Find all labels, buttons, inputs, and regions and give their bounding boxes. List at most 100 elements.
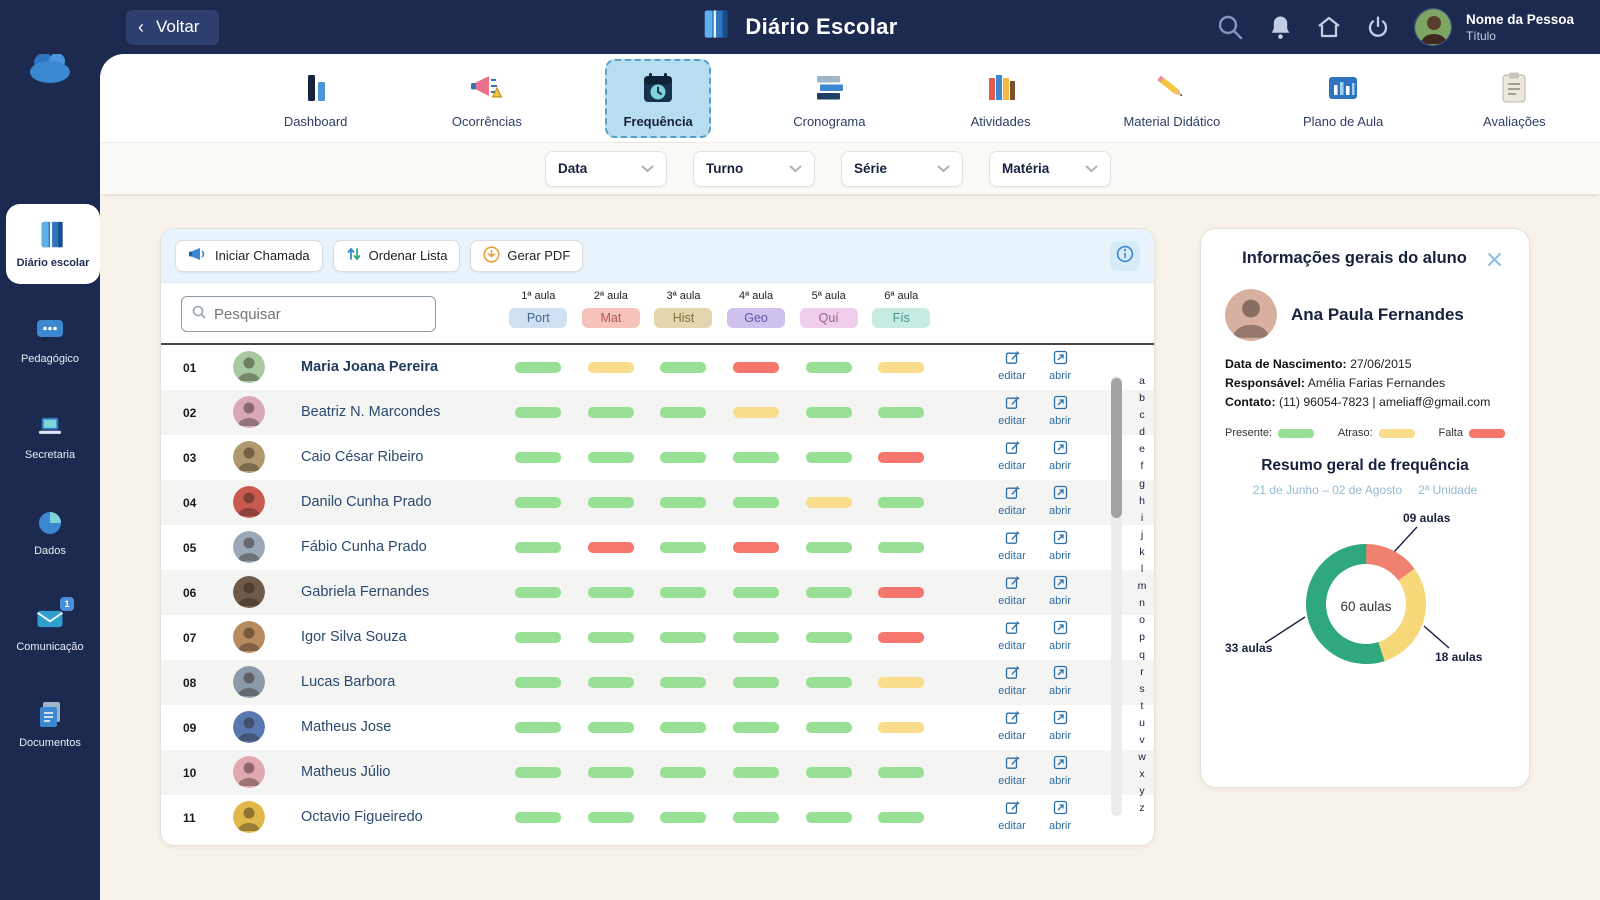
alpha-index-f[interactable]: f <box>1141 461 1144 472</box>
edit-link[interactable]: editar <box>989 440 1035 473</box>
student-row-10[interactable]: 10 Matheus Júlio editar abrir <box>161 750 1154 795</box>
alpha-index-z[interactable]: z <box>1139 803 1144 814</box>
status-pill-presente <box>660 722 707 733</box>
open-link[interactable]: abrir <box>1037 710 1083 743</box>
edit-link[interactable]: editar <box>989 530 1035 563</box>
student-row-04[interactable]: 04 Danilo Cunha Prado editar abrir <box>161 480 1154 525</box>
alpha-index-g[interactable]: g <box>1139 479 1145 490</box>
sidebar-item-documentos[interactable]: Documentos <box>0 684 100 764</box>
student-row-06[interactable]: 06 Gabriela Fernandes editar abrir <box>161 570 1154 615</box>
alpha-index-d[interactable]: d <box>1139 427 1145 438</box>
alpha-index-t[interactable]: t <box>1141 701 1144 712</box>
subject-chip-port[interactable]: Port <box>509 308 568 328</box>
alpha-index-y[interactable]: y <box>1139 786 1144 797</box>
open-link[interactable]: abrir <box>1037 755 1083 788</box>
alpha-index-m[interactable]: m <box>1138 581 1147 592</box>
student-row-09[interactable]: 09 Matheus Jose editar abrir <box>161 705 1154 750</box>
search-icon[interactable] <box>1215 12 1245 42</box>
tab-ocorrencias[interactable]: Ocorrências <box>401 54 572 142</box>
bell-icon[interactable] <box>1269 14 1292 40</box>
alpha-index-j[interactable]: j <box>1141 530 1143 541</box>
tab-dashboard[interactable]: Dashboard <box>230 54 401 142</box>
info-button[interactable] <box>1110 240 1140 271</box>
student-row-02[interactable]: 02 Beatriz N. Marcondes editar abrir <box>161 390 1154 435</box>
start-call-button[interactable]: Iniciar Chamada <box>175 239 323 272</box>
edit-link[interactable]: editar <box>989 710 1035 743</box>
home-icon[interactable] <box>1316 15 1342 39</box>
tab-cronograma[interactable]: Cronograma <box>744 54 915 142</box>
subject-chip-geo[interactable]: Geo <box>727 308 786 328</box>
alpha-index-b[interactable]: b <box>1139 393 1145 404</box>
user-avatar[interactable] <box>1413 8 1452 46</box>
alpha-index-i[interactable]: i <box>1141 513 1143 524</box>
tab-plano-de-aula[interactable]: Plano de Aula <box>1258 54 1429 142</box>
open-link[interactable]: abrir <box>1037 620 1083 653</box>
alpha-index-w[interactable]: w <box>1138 752 1146 763</box>
subject-chip-fis[interactable]: Fís <box>872 308 931 328</box>
sidebar-item-dados[interactable]: Dados <box>0 492 100 572</box>
alpha-index-a[interactable]: a <box>1139 376 1145 387</box>
alpha-index-k[interactable]: k <box>1139 547 1144 558</box>
open-link[interactable]: abrir <box>1037 530 1083 563</box>
alpha-index-s[interactable]: s <box>1139 684 1144 695</box>
sort-list-button[interactable]: Ordenar Lista <box>332 239 461 272</box>
alpha-index-c[interactable]: c <box>1139 410 1144 421</box>
alpha-index-l[interactable]: l <box>1141 564 1143 575</box>
alpha-index-o[interactable]: o <box>1139 615 1145 626</box>
alpha-index-n[interactable]: n <box>1139 598 1145 609</box>
open-link[interactable]: abrir <box>1037 440 1083 473</box>
power-icon[interactable] <box>1366 15 1390 39</box>
alpha-index-h[interactable]: h <box>1139 496 1145 507</box>
student-row-07[interactable]: 07 Igor Silva Souza editar abrir <box>161 615 1154 660</box>
filter-serie[interactable]: Série <box>841 150 963 187</box>
tab-avaliacoes[interactable]: Avaliações <box>1429 54 1600 142</box>
scrollbar-thumb[interactable] <box>1111 378 1122 518</box>
alpha-index-r[interactable]: r <box>1140 667 1144 678</box>
tab-material-didatico[interactable]: Material Didático <box>1086 54 1257 142</box>
tab-atividades[interactable]: Atividades <box>915 54 1086 142</box>
back-button[interactable]: ‹ Voltar <box>126 9 220 45</box>
sidebar-item-diario-escolar[interactable]: Diário escolar <box>6 204 100 284</box>
magnifier-icon <box>192 305 206 324</box>
student-row-08[interactable]: 08 Lucas Barbora editar abrir <box>161 660 1154 705</box>
edit-link[interactable]: editar <box>989 800 1035 833</box>
open-link[interactable]: abrir <box>1037 665 1083 698</box>
status-pill-presente <box>515 542 562 553</box>
filter-data[interactable]: Data <box>545 150 667 187</box>
close-icon[interactable] <box>1484 249 1505 273</box>
tab-frequencia[interactable]: Frequência <box>573 54 744 142</box>
sidebar-item-secretaria[interactable]: Secretaria <box>0 396 100 476</box>
filter-materia[interactable]: Matéria <box>989 150 1111 187</box>
edit-link[interactable]: editar <box>989 665 1035 698</box>
alpha-index-p[interactable]: p <box>1139 632 1145 643</box>
open-link[interactable]: abrir <box>1037 350 1083 383</box>
subject-chip-mat[interactable]: Mat <box>581 308 640 328</box>
edit-link[interactable]: editar <box>989 620 1035 653</box>
open-link[interactable]: abrir <box>1037 575 1083 608</box>
sidebar-item-comunicacao[interactable]: 1 Comunicação <box>0 588 100 668</box>
edit-link[interactable]: editar <box>989 350 1035 383</box>
student-row-11[interactable]: 11 Octavio Figueiredo editar abrir <box>161 795 1154 840</box>
subject-chip-qui[interactable]: Quí <box>799 308 858 328</box>
scrollbar-track[interactable] <box>1111 376 1122 816</box>
alpha-index-v[interactable]: v <box>1139 735 1144 746</box>
generate-pdf-button[interactable]: Gerar PDF <box>470 239 584 272</box>
edit-link[interactable]: editar <box>989 485 1035 518</box>
edit-link[interactable]: editar <box>989 395 1035 428</box>
open-link[interactable]: abrir <box>1037 485 1083 518</box>
alpha-index-e[interactable]: e <box>1139 444 1145 455</box>
student-row-05[interactable]: 05 Fábio Cunha Prado editar abrir <box>161 525 1154 570</box>
student-row-03[interactable]: 03 Caio César Ribeiro editar abrir <box>161 435 1154 480</box>
alpha-index-u[interactable]: u <box>1139 718 1145 729</box>
alpha-index-q[interactable]: q <box>1139 649 1145 661</box>
alpha-index-x[interactable]: x <box>1139 769 1144 780</box>
subject-chip-hist[interactable]: Hist <box>654 308 713 328</box>
sidebar-item-pedagogico[interactable]: Pedagógico <box>0 300 100 380</box>
open-link[interactable]: abrir <box>1037 800 1083 833</box>
open-link[interactable]: abrir <box>1037 395 1083 428</box>
search-input[interactable] <box>214 305 425 323</box>
edit-link[interactable]: editar <box>989 755 1035 788</box>
student-row-01[interactable]: 01 Maria Joana Pereira editar abrir <box>161 345 1154 390</box>
edit-link[interactable]: editar <box>989 575 1035 608</box>
filter-turno[interactable]: Turno <box>693 150 815 187</box>
